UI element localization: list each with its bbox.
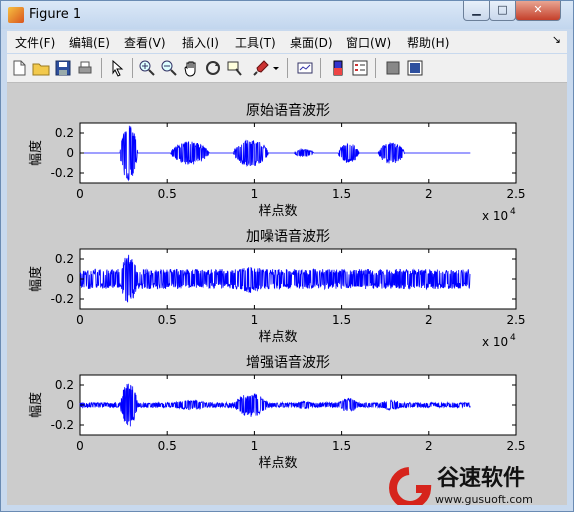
y-tick-label: 0 (66, 398, 74, 412)
gusu-logo (389, 467, 432, 505)
zoom-in-icon[interactable] (138, 59, 156, 77)
close-icon: ✕ (533, 3, 543, 16)
x-tick-label: 0.5 (158, 439, 177, 453)
rotate-3d-icon[interactable] (204, 59, 222, 77)
x-tick-label: 2 (425, 187, 433, 201)
toolbar-separator (132, 58, 133, 78)
menu-help[interactable]: 帮助(H) (407, 34, 449, 51)
x-tick-label: 2.5 (506, 187, 525, 201)
x-axis-label: 样点数 (258, 330, 297, 345)
x-exponent-label: x 10 (482, 335, 508, 349)
legend-icon[interactable] (351, 59, 369, 77)
colorbar-icon[interactable] (329, 59, 347, 77)
x-tick-label: 0 (76, 313, 84, 327)
menu-file[interactable]: 文件(F) (15, 34, 55, 51)
plots-svg: 0 0.5 1 1.5 2 2.50.20-0.2原始语音波形样点数幅度x 10 40 0.5… (28, 102, 533, 505)
y-axis-label: 幅度 (28, 266, 44, 292)
minimize-button[interactable]: ▁ (463, 1, 490, 21)
y-tick-label: -0.2 (51, 292, 74, 306)
minimize-icon: ▁ (472, 3, 481, 16)
print-icon[interactable] (76, 59, 94, 77)
open-file-icon[interactable] (32, 59, 50, 77)
menu-tools[interactable]: 工具(T) (235, 34, 276, 51)
menu-desktop[interactable]: 桌面(D) (290, 34, 333, 51)
x-tick-label: 2 (425, 439, 433, 453)
x-tick-label: 1 (251, 187, 259, 201)
close-button[interactable]: ✕ (515, 1, 561, 21)
x-tick-label: 0 (76, 439, 84, 453)
x-tick-label: 1.5 (332, 187, 351, 201)
x-tick-label: 2.5 (506, 313, 525, 327)
x-tick-label: 2.5 (506, 439, 525, 453)
toolbar-separator (320, 58, 321, 78)
menu-insert[interactable]: 插入(I) (182, 34, 219, 51)
new-figure-icon[interactable] (10, 59, 28, 77)
figure-canvas[interactable]: 0 0.5 1 1.5 2 2.5 0.2 0 -0.2 原始语音波形 样点数 幅度 x 10 4 0 0.5… (7, 83, 567, 505)
x-tick-label: 0.5 (158, 187, 177, 201)
watermark-url: www.gusuoft.com (435, 493, 533, 505)
x-tick-label: 2 (425, 313, 433, 327)
x-tick-label: 0 (76, 187, 84, 201)
x-tick-label: 1.5 (332, 313, 351, 327)
x-tick-label: 0.5 (158, 313, 177, 327)
y-tick-label: 0 (66, 146, 74, 160)
plot-title: 加噪语音波形 (246, 228, 330, 245)
gusu-logo-mark (389, 467, 432, 505)
figure-toolbar (7, 54, 567, 83)
y-tick-label: 0.2 (55, 378, 74, 392)
y-axis-label: 幅度 (28, 140, 44, 166)
menu-bar: 文件(F) 编辑(E) 查看(V) 插入(I) 工具(T) 桌面(D) 窗口(W… (7, 31, 567, 53)
y-tick-label: -0.2 (51, 166, 74, 180)
figure-window: Figure 1 ▁ □ ✕ 文件(F) 编辑(E) 查看(V) 插入(I) 工… (0, 0, 574, 512)
toolbar-separator (375, 58, 376, 78)
plot-title: 原始语音波形 (246, 102, 330, 119)
x-tick-label: 1 (251, 439, 259, 453)
x-tick-label: 1 (251, 313, 259, 327)
brush-icon[interactable] (252, 59, 270, 77)
y-tick-label: 0.2 (55, 126, 74, 140)
data-cursor-icon[interactable] (226, 59, 244, 77)
menu-edit[interactable]: 编辑(E) (69, 34, 110, 51)
y-tick-label: 0.2 (55, 252, 74, 266)
x-axis-label: 样点数 (258, 456, 297, 471)
toolbar-separator (287, 58, 288, 78)
y-tick-label: 0 (66, 272, 74, 286)
x-exponent: 4 (510, 333, 516, 343)
menu-view[interactable]: 查看(V) (124, 34, 166, 51)
hide-plot-tools-icon[interactable] (384, 59, 402, 77)
y-tick-label: -0.2 (51, 418, 74, 432)
matlab-icon (8, 7, 24, 23)
x-tick-label: 1.5 (332, 439, 351, 453)
title-bar[interactable]: Figure 1 ▁ □ ✕ (1, 1, 573, 29)
pointer-icon[interactable] (108, 59, 126, 77)
toolbar-separator (101, 58, 102, 78)
dock-arrow-icon[interactable]: ↘ (552, 33, 561, 46)
zoom-out-icon[interactable] (160, 59, 178, 77)
window-title: Figure 1 (29, 7, 82, 22)
plot-title: 增强语音波形 (246, 354, 330, 371)
x-exponent: 4 (510, 207, 516, 217)
watermark-brand: 谷速软件 (437, 465, 525, 491)
show-plot-tools-icon[interactable] (406, 59, 424, 77)
brush-dropdown-icon[interactable] (272, 59, 280, 77)
x-axis-label: 样点数 (258, 204, 297, 219)
pan-hand-icon[interactable] (182, 59, 200, 77)
maximize-icon: □ (497, 3, 508, 16)
maximize-button[interactable]: □ (489, 1, 516, 21)
y-axis-label: 幅度 (28, 392, 44, 418)
link-plot-icon[interactable] (296, 59, 314, 77)
menu-window[interactable]: 窗口(W) (346, 34, 391, 51)
x-exponent-label: x 10 (482, 209, 508, 223)
save-icon[interactable] (54, 59, 72, 77)
